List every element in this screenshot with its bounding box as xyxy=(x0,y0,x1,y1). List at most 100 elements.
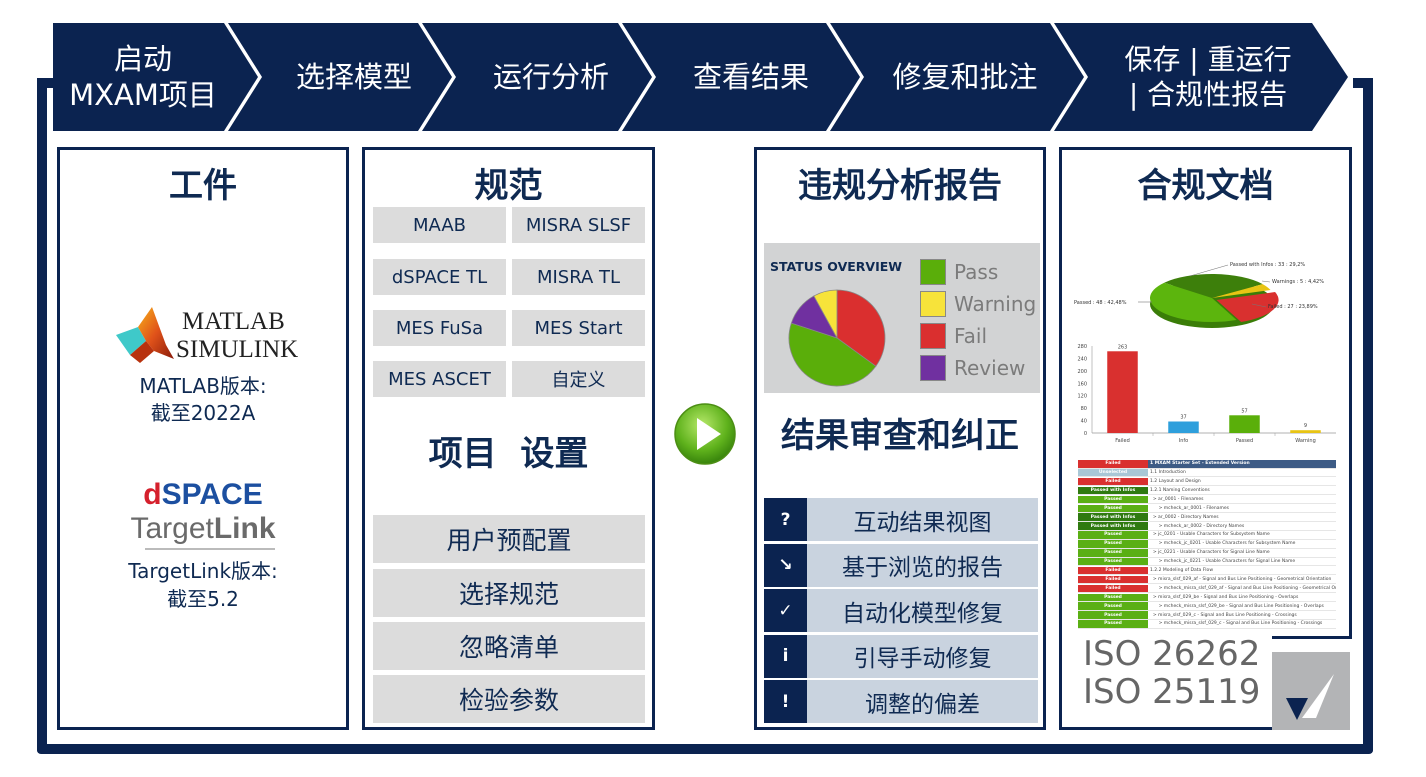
bar-info xyxy=(1168,421,1199,433)
item-cell: > jc_0221 - Usable Characters for Signal… xyxy=(1150,550,1270,556)
item-cell: > jc_0201 - Usable Characters for Subsys… xyxy=(1150,532,1270,538)
review-item[interactable]: ! 调整的偏差 xyxy=(764,680,1038,723)
y-tick-label: 0 xyxy=(1084,431,1087,437)
y-tick-label: 40 xyxy=(1081,419,1087,425)
table-row: Passed > mcheck_jc_0221 - Usable Charact… xyxy=(1078,557,1336,567)
table-row: Unselected 1.1 Introduction xyxy=(1078,468,1336,478)
review-item[interactable]: ? 互动结果视图 xyxy=(764,498,1038,541)
table-row: Passed with Infos > mcheck_ar_0002 - Dir… xyxy=(1078,522,1336,531)
standard-misra-tl[interactable]: MISRA TL xyxy=(512,259,645,295)
status-cell: Passed xyxy=(1078,620,1148,628)
standard-mes-fusa[interactable]: MES FuSa xyxy=(373,310,506,346)
y-tick-label: 240 xyxy=(1077,356,1087,362)
review-item[interactable]: ↘ 基于浏览的报告 xyxy=(764,543,1038,587)
x-tick-label: Passed xyxy=(1236,438,1253,444)
dspace-logo: dSPACE xyxy=(60,478,346,512)
review-item[interactable]: ✓ 自动化模型修复 xyxy=(764,589,1038,632)
status-cell: Passed xyxy=(1078,495,1148,504)
status-cell: Failed xyxy=(1078,566,1148,575)
review-item-label: 基于浏览的报告 xyxy=(807,543,1038,587)
step-label: 选择模型 xyxy=(295,59,412,94)
item-cell: 1.2.1 Naming Conventions xyxy=(1150,487,1210,493)
standard-dspace-tl[interactable]: dSPACE TL xyxy=(373,259,506,295)
setting-select-standard[interactable]: 选择规范 xyxy=(373,569,645,617)
setting-check-parameters[interactable]: 检验参数 xyxy=(373,675,645,723)
exclamation-icon: ! xyxy=(764,680,807,723)
matlab-membrane-icon xyxy=(116,307,174,363)
review-item[interactable]: i 引导手动修复 xyxy=(764,634,1038,678)
setting-user-preconfig[interactable]: 用户预配置 xyxy=(373,515,645,563)
arrow-down-right-icon: ↘ xyxy=(764,543,807,587)
table-row: Passed > mcheck_misra_slsf_029_c - Signa… xyxy=(1078,620,1336,629)
y-tick-label: 200 xyxy=(1077,369,1087,375)
standard-custom[interactable]: 自定义 xyxy=(512,361,645,397)
artifacts-title: 工件 xyxy=(169,166,237,206)
question-icon: ? xyxy=(764,498,807,541)
setting-ignore-list[interactable]: 忽略清单 xyxy=(373,622,645,670)
iso-25119-label: ISO 25119 xyxy=(1083,672,1261,712)
status-cell: Passed xyxy=(1078,531,1148,539)
bar-value-label: 9 xyxy=(1304,423,1307,429)
item-cell: > ar_0002 - Directory Names xyxy=(1150,514,1219,520)
review-title: 结果审查和纠正 xyxy=(781,416,1019,456)
check-icon: ✓ xyxy=(764,589,807,632)
status-cell: Passed xyxy=(1078,611,1148,619)
docs-bar-chart: 0 40 80 120 160 200 240 280 263 Failed 37 Info 57 Pas… xyxy=(1077,344,1336,444)
btc-checkmark-logo xyxy=(1272,652,1350,730)
item-cell: > misra_slsf_029_be - Signal and Bus Lin… xyxy=(1150,594,1299,600)
status-overview-title: STATUS OVERVIEW xyxy=(770,259,903,274)
status-cell: Passed xyxy=(1078,504,1148,513)
table-row: Passed > jc_0201 - Usable Characters for… xyxy=(1078,531,1336,540)
y-tick-label: 120 xyxy=(1077,394,1087,400)
dspace-logo-space: SPACE xyxy=(161,478,263,511)
table-row: Failed 1 MXAM Starter Set - Extended Vers… xyxy=(1078,460,1336,469)
legend-swatch xyxy=(920,323,946,349)
table-row: Passed with Infos > ar_0002 - Directory … xyxy=(1078,513,1336,522)
status-pie-chart xyxy=(788,289,886,387)
table-row: Passed > ar_0001 - Filenames xyxy=(1078,495,1336,505)
item-cell: > misra_slsf_029_af - Signal and Bus Lin… xyxy=(1150,576,1332,582)
matlab-version-value: 截至2022A xyxy=(150,401,256,425)
table-row: Failed > misra_slsf_029_af - Signal and … xyxy=(1078,575,1336,585)
x-tick-label: Failed xyxy=(1115,438,1130,444)
standards-panel: 规范 MAAB MISRA SLSF dSPACE TL MISRA TL ME… xyxy=(362,147,655,730)
compliance-docs-panel: 合规文档 Passed : 48 : 42,48% Passed with Inf… xyxy=(1059,147,1352,639)
item-cell: > mcheck_jc_0221 - Usable Characters for… xyxy=(1150,559,1296,565)
status-cell: Passed with Infos xyxy=(1078,486,1148,495)
frame-corner xyxy=(1353,78,1373,88)
status-cell: Passed xyxy=(1078,549,1148,557)
status-cell: Passed xyxy=(1078,540,1148,548)
artifacts-panel: 工件 MATLAB SIMULINK MATLAB版本: 截至2022A dSP… xyxy=(57,147,349,730)
y-tick-label: 280 xyxy=(1077,344,1087,350)
info-icon: i xyxy=(764,634,807,678)
status-cell: Passed xyxy=(1078,557,1148,566)
step-label: 启动 MXAM项目 xyxy=(69,41,217,112)
table-row: Failed 1.2 Layout and Design xyxy=(1078,477,1336,487)
status-cell: Failed xyxy=(1078,584,1148,593)
targetlink-logo-target: Target xyxy=(130,512,214,545)
x-tick-label: Info xyxy=(1179,438,1188,444)
status-cell: Passed xyxy=(1078,593,1148,602)
step-label: 查看结果 xyxy=(692,59,809,94)
play-button[interactable] xyxy=(673,402,737,466)
legend-swatch xyxy=(920,259,946,285)
status-cell: Passed with Infos xyxy=(1078,522,1148,530)
step-label: 修复和批注 xyxy=(892,59,1038,94)
legend-label: Pass xyxy=(954,260,999,284)
legend-swatch xyxy=(920,291,946,317)
standard-maab[interactable]: MAAB xyxy=(373,207,506,243)
standard-misra-slsf[interactable]: MISRA SLSF xyxy=(512,207,645,243)
table-row: Passed > misra_slsf_029_be - Signal and … xyxy=(1078,593,1336,603)
standard-mes-ascet[interactable]: MES ASCET xyxy=(373,361,506,397)
bar-warning xyxy=(1290,430,1321,433)
item-cell: > mcheck_jc_0201 - Usable Characters for… xyxy=(1150,541,1296,547)
y-tick-label: 160 xyxy=(1077,381,1087,387)
table-row: Failed > mcheck_misra_slsf_029_af - Sign… xyxy=(1078,584,1336,594)
docs-title: 合规文档 xyxy=(1137,166,1274,206)
standard-mes-start[interactable]: MES Start xyxy=(512,310,645,346)
item-cell: > misra_slsf_029_c - Signal and Bus Line… xyxy=(1150,612,1297,618)
report-panel: 违规分析报告 STATUS OVERVIEW Pass Warning Fail Re… xyxy=(754,147,1046,730)
pie-label-line xyxy=(1261,280,1271,283)
y-tick-label: 80 xyxy=(1081,406,1087,412)
legend-label: Review xyxy=(954,356,1026,380)
